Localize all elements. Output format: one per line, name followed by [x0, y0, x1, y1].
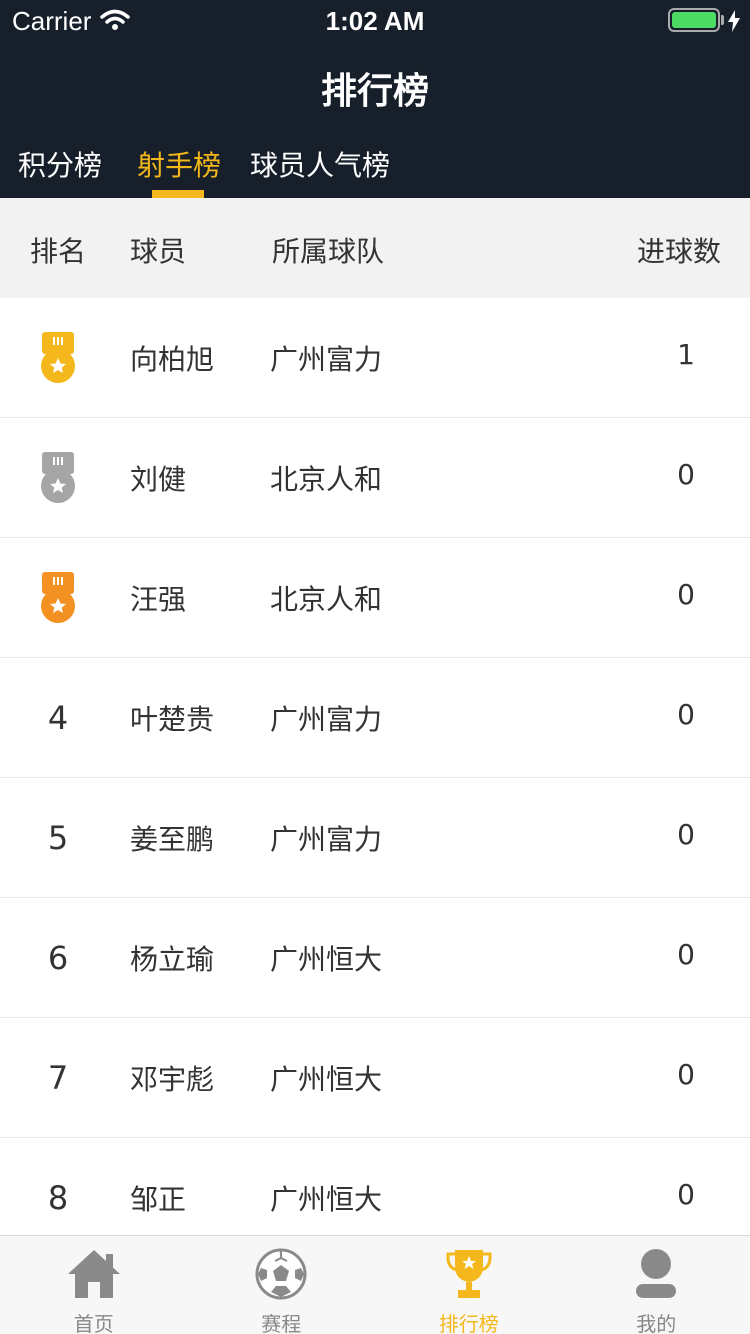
team-name: 广州恒大 [270, 1063, 383, 1096]
rank-number: 5 [47, 819, 69, 857]
player-name: 叶楚贵 [130, 703, 215, 736]
status-bar: Carrier 1:02 AM [0, 0, 750, 40]
tab-rankings-label: 排行榜 [438, 1312, 499, 1334]
goal-count: 0 [677, 818, 695, 851]
silver-medal-icon [22, 418, 94, 538]
rank-number: 4 [47, 699, 69, 737]
table-row[interactable]: 5 姜至鹏 广州富力 0 [0, 778, 750, 898]
player-name: 杨立瑜 [130, 943, 215, 976]
tab-me-label: 我的 [636, 1312, 677, 1334]
goal-count: 0 [677, 1058, 695, 1091]
goal-count: 0 [677, 698, 695, 731]
tab-points[interactable]: 积分榜 [18, 144, 102, 184]
table-header: 排名 球员 所属球队 进球数 [0, 198, 750, 298]
bottom-tab-bar: 首页 赛程 排行榜 我的 [0, 1235, 750, 1334]
rank-number: 8 [47, 1179, 69, 1217]
tab-scorers[interactable]: 射手榜 [137, 144, 221, 184]
active-tab-indicator [152, 190, 204, 198]
goal-count: 0 [677, 938, 695, 971]
tab-schedule-label: 赛程 [261, 1312, 302, 1334]
team-name: 广州恒大 [270, 1183, 383, 1216]
trophy-icon [375, 1248, 563, 1300]
player-name: 邓宇彪 [130, 1063, 215, 1096]
team-name: 北京人和 [270, 583, 383, 616]
table-row[interactable]: 4 叶楚贵 广州富力 0 [0, 658, 750, 778]
goal-count: 0 [677, 458, 695, 491]
ranking-tabs: 积分榜 射手榜 球员人气榜 [0, 140, 750, 198]
tab-schedule[interactable]: 赛程 [188, 1236, 376, 1334]
gold-medal-icon [22, 298, 94, 418]
battery-icon [668, 8, 720, 32]
rank-number: 6 [47, 939, 69, 977]
scorers-list[interactable]: 向柏旭 广州富力 1 刘健 北京人和 0 汪强 北京人和 0 4 叶楚贵 广州富… [0, 298, 750, 1234]
tab-home[interactable]: 首页 [0, 1236, 188, 1334]
user-icon [563, 1248, 750, 1300]
soccer-ball-icon [188, 1248, 376, 1300]
page-title: 排行榜 [320, 71, 429, 112]
team-name: 广州富力 [270, 343, 383, 376]
status-time: 1:02 AM [325, 6, 425, 36]
header-rank: 排名 [30, 235, 87, 268]
player-name: 汪强 [130, 583, 187, 616]
team-name: 广州恒大 [270, 943, 383, 976]
home-icon [0, 1248, 188, 1300]
table-row[interactable]: 7 邓宇彪 广州恒大 0 [0, 1018, 750, 1138]
goal-count: 0 [677, 1178, 695, 1211]
header-player: 球员 [130, 235, 187, 268]
tab-popularity[interactable]: 球员人气榜 [250, 144, 390, 184]
table-row[interactable]: 刘健 北京人和 0 [0, 418, 750, 538]
table-row[interactable]: 6 杨立瑜 广州恒大 0 [0, 898, 750, 1018]
team-name: 北京人和 [270, 463, 383, 496]
player-name: 向柏旭 [130, 343, 215, 376]
team-name: 广州富力 [270, 703, 383, 736]
rank-number: 7 [47, 1059, 69, 1097]
tab-rankings[interactable]: 排行榜 [375, 1236, 563, 1334]
goal-count: 1 [677, 338, 695, 371]
table-row[interactable]: 8 邹正 广州恒大 0 [0, 1138, 750, 1234]
bronze-medal-icon [22, 538, 94, 658]
battery-tip [721, 15, 724, 25]
header-goals: 进球数 [637, 235, 722, 268]
player-name: 刘健 [130, 463, 187, 496]
goal-count: 0 [677, 578, 695, 611]
player-name: 邹正 [130, 1183, 187, 1216]
tab-home-label: 首页 [73, 1312, 114, 1334]
charging-bolt-icon [728, 10, 740, 36]
table-row[interactable]: 向柏旭 广州富力 1 [0, 298, 750, 418]
header: Carrier 1:02 AM 排行榜 积分榜 射手榜 球员人气榜 [0, 0, 750, 198]
table-row[interactable]: 汪强 北京人和 0 [0, 538, 750, 658]
player-name: 姜至鹏 [130, 823, 215, 856]
header-team: 所属球队 [272, 235, 385, 268]
team-name: 广州富力 [270, 823, 383, 856]
tab-me[interactable]: 我的 [563, 1236, 750, 1334]
